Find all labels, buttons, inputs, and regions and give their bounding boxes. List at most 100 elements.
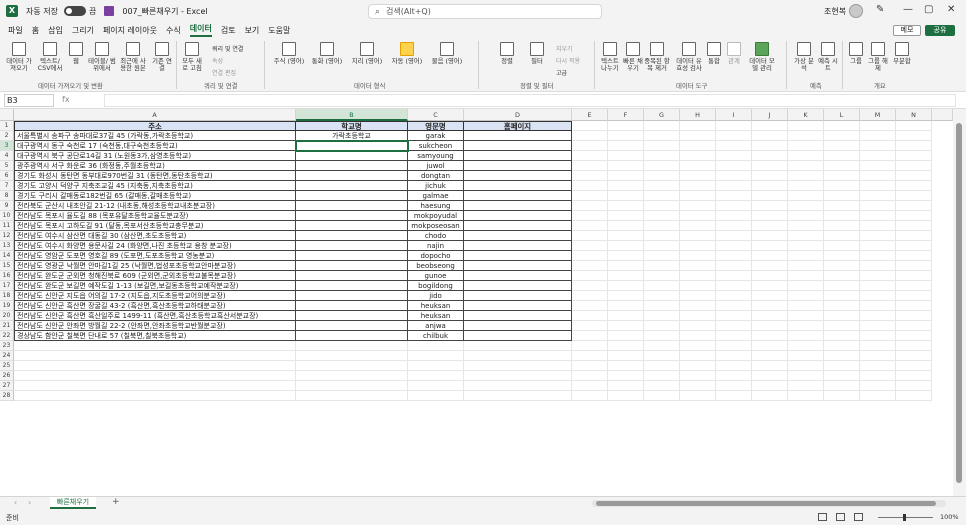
table-header-cell[interactable]: 영문명 [408, 121, 464, 131]
empty-cell[interactable] [680, 291, 716, 301]
empty-cell[interactable] [824, 161, 860, 171]
empty-cell[interactable] [572, 361, 608, 371]
empty-cell[interactable] [860, 151, 896, 161]
empty-cell[interactable] [824, 171, 860, 181]
address-cell[interactable]: 경기도 구리시 갈매동로182번길 65 (갈매동,갈매초등학교) [14, 191, 296, 201]
column-header[interactable]: K [788, 109, 824, 121]
empty-cell[interactable] [644, 311, 680, 321]
page-break-view-icon[interactable] [854, 513, 863, 521]
empty-cell[interactable] [896, 251, 932, 261]
geography-button[interactable]: 지리 (영어) [350, 42, 384, 65]
empty-cell[interactable] [296, 341, 408, 351]
empty-cell[interactable] [788, 361, 824, 371]
menu-item[interactable]: 도움말 [268, 25, 290, 36]
empty-cell[interactable] [824, 301, 860, 311]
empty-cell[interactable] [824, 251, 860, 261]
empty-cell[interactable] [608, 311, 644, 321]
empty-cell[interactable] [896, 201, 932, 211]
empty-cell[interactable] [716, 381, 752, 391]
homepage-cell[interactable] [464, 291, 572, 301]
empty-cell[interactable] [14, 391, 296, 401]
empty-cell[interactable] [824, 231, 860, 241]
homepage-cell[interactable] [464, 331, 572, 341]
empty-cell[interactable] [608, 351, 644, 361]
empty-cell[interactable] [572, 371, 608, 381]
empty-cell[interactable] [716, 121, 752, 131]
empty-cell[interactable] [860, 231, 896, 241]
empty-cell[interactable] [860, 211, 896, 221]
empty-cell[interactable] [824, 371, 860, 381]
empty-cell[interactable] [608, 281, 644, 291]
empty-cell[interactable] [644, 341, 680, 351]
row-header[interactable]: 26 [0, 371, 14, 381]
empty-cell[interactable] [896, 241, 932, 251]
empty-cell[interactable] [644, 241, 680, 251]
empty-cell[interactable] [608, 191, 644, 201]
empty-cell[interactable] [860, 371, 896, 381]
empty-cell[interactable] [860, 271, 896, 281]
empty-cell[interactable] [896, 311, 932, 321]
column-header[interactable]: C [408, 109, 464, 121]
forecast-sheet-button[interactable]: 예측 시트 [818, 42, 838, 72]
row-header[interactable]: 24 [0, 351, 14, 361]
row-header[interactable]: 4 [0, 151, 14, 161]
column-header[interactable]: I [716, 109, 752, 121]
empty-cell[interactable] [716, 341, 752, 351]
empty-cell[interactable] [608, 211, 644, 221]
homepage-cell[interactable] [464, 241, 572, 251]
empty-cell[interactable] [896, 161, 932, 171]
address-cell[interactable]: 대구광역시 동구 숙천로 17 (숙천동,대구숙천초등학교) [14, 141, 296, 151]
empty-cell[interactable] [572, 261, 608, 271]
column-header[interactable]: N [896, 109, 932, 121]
english-name-cell[interactable]: juwol [408, 161, 464, 171]
empty-cell[interactable] [14, 351, 296, 361]
empty-cell[interactable] [788, 291, 824, 301]
empty-cell[interactable] [408, 341, 464, 351]
group-button[interactable]: 그룹 [846, 42, 866, 65]
flash-fill-button[interactable]: 빠른 채우기 [622, 42, 644, 72]
empty-cell[interactable] [572, 161, 608, 171]
empty-cell[interactable] [824, 241, 860, 251]
menu-item[interactable]: 데이터 [189, 23, 212, 37]
homepage-cell[interactable] [464, 191, 572, 201]
empty-cell[interactable] [896, 181, 932, 191]
empty-cell[interactable] [752, 271, 788, 281]
english-name-cell[interactable]: samyoung [408, 151, 464, 161]
empty-cell[interactable] [680, 171, 716, 181]
school-name-cell[interactable] [296, 231, 408, 241]
text-csv-button[interactable]: 텍스트/ CSV에서 [36, 42, 64, 72]
address-cell[interactable]: 광주광역시 서구 화운로 36 (화정동,주월초등학교) [14, 161, 296, 171]
empty-cell[interactable] [896, 341, 932, 351]
empty-cell[interactable] [860, 261, 896, 271]
school-name-cell[interactable] [296, 191, 408, 201]
empty-cell[interactable] [464, 361, 572, 371]
row-header[interactable]: 13 [0, 241, 14, 251]
school-name-cell[interactable] [296, 221, 408, 231]
empty-cell[interactable] [608, 391, 644, 401]
empty-cell[interactable] [644, 151, 680, 161]
empty-cell[interactable] [716, 261, 752, 271]
empty-cell[interactable] [608, 301, 644, 311]
empty-cell[interactable] [788, 151, 824, 161]
empty-cell[interactable] [788, 181, 824, 191]
empty-cell[interactable] [824, 211, 860, 221]
empty-cell[interactable] [716, 241, 752, 251]
empty-cell[interactable] [608, 291, 644, 301]
column-header[interactable]: G [644, 109, 680, 121]
empty-cell[interactable] [788, 271, 824, 281]
empty-cell[interactable] [572, 391, 608, 401]
empty-cell[interactable] [644, 351, 680, 361]
close-button[interactable]: ✕ [947, 4, 955, 15]
subtotal-button[interactable]: 부분합 [890, 42, 914, 65]
empty-cell[interactable] [752, 281, 788, 291]
empty-cell[interactable] [752, 351, 788, 361]
empty-cell[interactable] [296, 371, 408, 381]
homepage-cell[interactable] [464, 161, 572, 171]
homepage-cell[interactable] [464, 221, 572, 231]
empty-cell[interactable] [608, 361, 644, 371]
english-name-cell[interactable]: anjwa [408, 321, 464, 331]
empty-cell[interactable] [824, 261, 860, 271]
empty-cell[interactable] [716, 131, 752, 141]
empty-cell[interactable] [752, 341, 788, 351]
empty-cell[interactable] [860, 381, 896, 391]
